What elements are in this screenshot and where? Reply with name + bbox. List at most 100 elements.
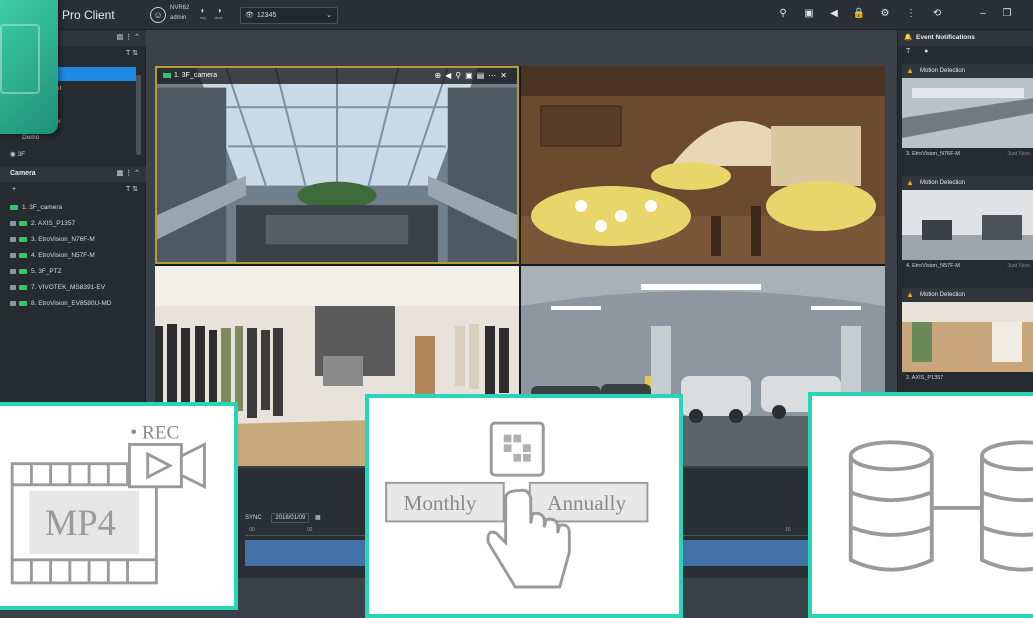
app-title: Pro Client: [62, 8, 115, 22]
camera-label: 2. AXIS_P1357: [31, 220, 76, 227]
minimize-icon[interactable]: –: [976, 8, 990, 19]
camera-tile-toolbar: 1. 3F_camera ⊕◀⚲▣▤⋯✕: [157, 68, 517, 84]
event-type: Motion Detection: [920, 292, 966, 298]
day-mode-label: day: [199, 15, 207, 20]
event-time: Just Now: [1007, 263, 1030, 269]
event-camera-name: 3. EtroVision_N76F-M: [906, 151, 961, 157]
camera-item[interactable]: 5. 3F_PTZ: [10, 268, 62, 275]
logout-icon[interactable]: ⟲: [930, 8, 944, 19]
lock-icon[interactable]: 🔒: [852, 8, 866, 19]
more-icon[interactable]: ⋮: [904, 8, 918, 19]
event-thumbnail: [902, 302, 1033, 372]
camera-label: 8. EtroVision_EV8580U-MD: [31, 300, 112, 307]
camera-item[interactable]: 3. EtroVision_N76F-M: [10, 236, 95, 243]
ptz-camera-icon: [10, 300, 16, 306]
tree-item-label: 3F: [17, 151, 26, 158]
add-camera-icon[interactable]: +: [12, 183, 16, 197]
live-camera-icon: [19, 252, 27, 258]
sync-button[interactable]: SYNC: [245, 515, 262, 521]
camera-item[interactable]: 1. 3F_camera: [10, 204, 62, 211]
schedule-card: Monthly Annually: [365, 394, 683, 618]
tree-item[interactable]: Demo: [22, 134, 39, 141]
camera-label: 3. EtroVision_N76F-M: [31, 236, 95, 243]
event-item[interactable]: ▲ Motion Detection 4. EtroVision_N57F-M Ju…: [902, 176, 1033, 272]
atrium-feed: [157, 68, 517, 262]
camera-item[interactable]: 2. AXIS_P1357: [10, 220, 75, 227]
camera-label: 5. 3F_PTZ: [31, 268, 62, 275]
warning-icon: ▲: [906, 66, 914, 75]
event-panel-title: Event Notifications: [916, 34, 975, 41]
live-camera-icon: [19, 268, 27, 274]
bell-icon: 🔔: [904, 34, 913, 41]
event-time: Just Now: [1007, 151, 1030, 157]
event-panel-header: 🔔 Event Notifications: [898, 30, 1033, 46]
live-camera-icon: [19, 284, 27, 290]
warning-icon: ▲: [906, 178, 914, 187]
camera-header-label: Camera: [10, 170, 36, 177]
timeline-tick: 00: [249, 527, 255, 533]
fullscreen-icon[interactable]: ▣: [802, 8, 816, 19]
scrollbar[interactable]: [136, 75, 141, 155]
restore-icon[interactable]: ❐: [1000, 8, 1014, 19]
date-field[interactable]: 2018/01/09: [271, 513, 310, 523]
warning-icon: ▲: [906, 290, 914, 299]
event-camera-name: 4. EtroVision_N57F-M: [906, 263, 961, 269]
event-title: ▲ Motion Detection: [902, 288, 1033, 302]
day-mode-button[interactable]: ◐ day: [196, 6, 210, 20]
camera-panel-icons[interactable]: ▦ ⋮ ⌃: [117, 166, 140, 182]
calendar-icon[interactable]: ▦: [315, 515, 321, 521]
event-camera: 3. EtroVision_N76F-M Just Now: [902, 148, 1033, 160]
mp4-recording-card: MP4 • REC: [0, 402, 238, 610]
timeline-tick: 02: [307, 527, 313, 533]
event-type: Motion Detection: [920, 180, 966, 186]
tree-item-3f[interactable]: ◉ 3F: [10, 150, 25, 158]
restaurant-feed: [521, 66, 885, 264]
search-icon[interactable]: ⚲: [776, 8, 790, 19]
event-title: ▲ Motion Detection: [902, 176, 1033, 190]
user-name: admin: [170, 15, 187, 21]
camera-item[interactable]: 7. VIVOTEK_MS8391-EV: [10, 284, 105, 291]
selected-tree-row[interactable]: [56, 67, 136, 81]
rec-label: • REC: [130, 423, 179, 444]
event-thumbnail: [902, 78, 1033, 148]
camera-tile-restaurant[interactable]: [521, 66, 885, 264]
user-icon[interactable]: ☺: [150, 7, 166, 23]
camera-tile-title: 1. 3F_camera: [174, 72, 218, 79]
live-camera-icon: [19, 220, 27, 226]
dusk-mode-icon: ◑: [216, 6, 222, 15]
camera-tile-atrium[interactable]: 1. 3F_camera ⊕◀⚲▣▤⋯✕: [155, 66, 519, 264]
ptz-camera-icon: [10, 268, 16, 274]
ptz-camera-icon: [10, 252, 16, 258]
ptz-camera-icon: [10, 220, 16, 226]
day-mode-icon: ◐: [200, 6, 206, 15]
view-select-value: 12345: [256, 12, 277, 19]
server-name: NVR62: [170, 5, 190, 11]
sort-icon[interactable]: T ⇅: [126, 183, 138, 197]
dusk-mode-button[interactable]: ◑ dusk: [212, 6, 226, 20]
camera-item[interactable]: 8. EtroVision_EV8580U-MD: [10, 300, 111, 307]
dusk-mode-label: dusk: [214, 15, 224, 20]
camera-label: 7. VIVOTEK_MS8391-EV: [31, 284, 106, 291]
event-item[interactable]: ▲ Motion Detection 3. EtroVision_N76F-M Ju…: [902, 64, 1033, 160]
mp4-recording-illustration: MP4 • REC: [10, 423, 206, 585]
top-bar: Pro Client ☺ NVR62 admin ◐ day ◑ dusk 👁 123…: [0, 0, 1033, 30]
view-select[interactable]: 👁 12345 ⌄: [240, 7, 338, 24]
camera-label: 1. 3F_camera: [22, 204, 63, 211]
event-camera: 4. EtroVision_N57F-M Just Now: [902, 260, 1033, 272]
camera-tile-controls[interactable]: ⊕◀⚲▣▤⋯✕: [434, 68, 511, 84]
event-camera-name: 2. AXIS_P1357: [906, 375, 944, 381]
sort-icon[interactable]: T ⇅: [126, 47, 138, 61]
gear-icon[interactable]: ⚙: [878, 8, 892, 19]
event-item[interactable]: ▲ Motion Detection 2. AXIS_P1357: [902, 288, 1033, 384]
live-camera-icon: [163, 72, 171, 78]
event-filter-icon[interactable]: T ●: [906, 48, 934, 55]
event-title: ▲ Motion Detection: [902, 64, 1033, 78]
event-camera: 2. AXIS_P1357: [902, 372, 1033, 384]
timeline-tick: 16: [785, 527, 791, 533]
volume-icon[interactable]: ◀: [827, 8, 841, 19]
event-type: Motion Detection: [920, 68, 966, 74]
annually-option: Annually: [547, 491, 626, 515]
panel-toggle-icon[interactable]: ▤ ⋮ ⌃: [117, 30, 140, 46]
camera-label: 4. EtroVision_N57F-M: [31, 252, 95, 259]
camera-item[interactable]: 4. EtroVision_N57F-M: [10, 252, 95, 259]
